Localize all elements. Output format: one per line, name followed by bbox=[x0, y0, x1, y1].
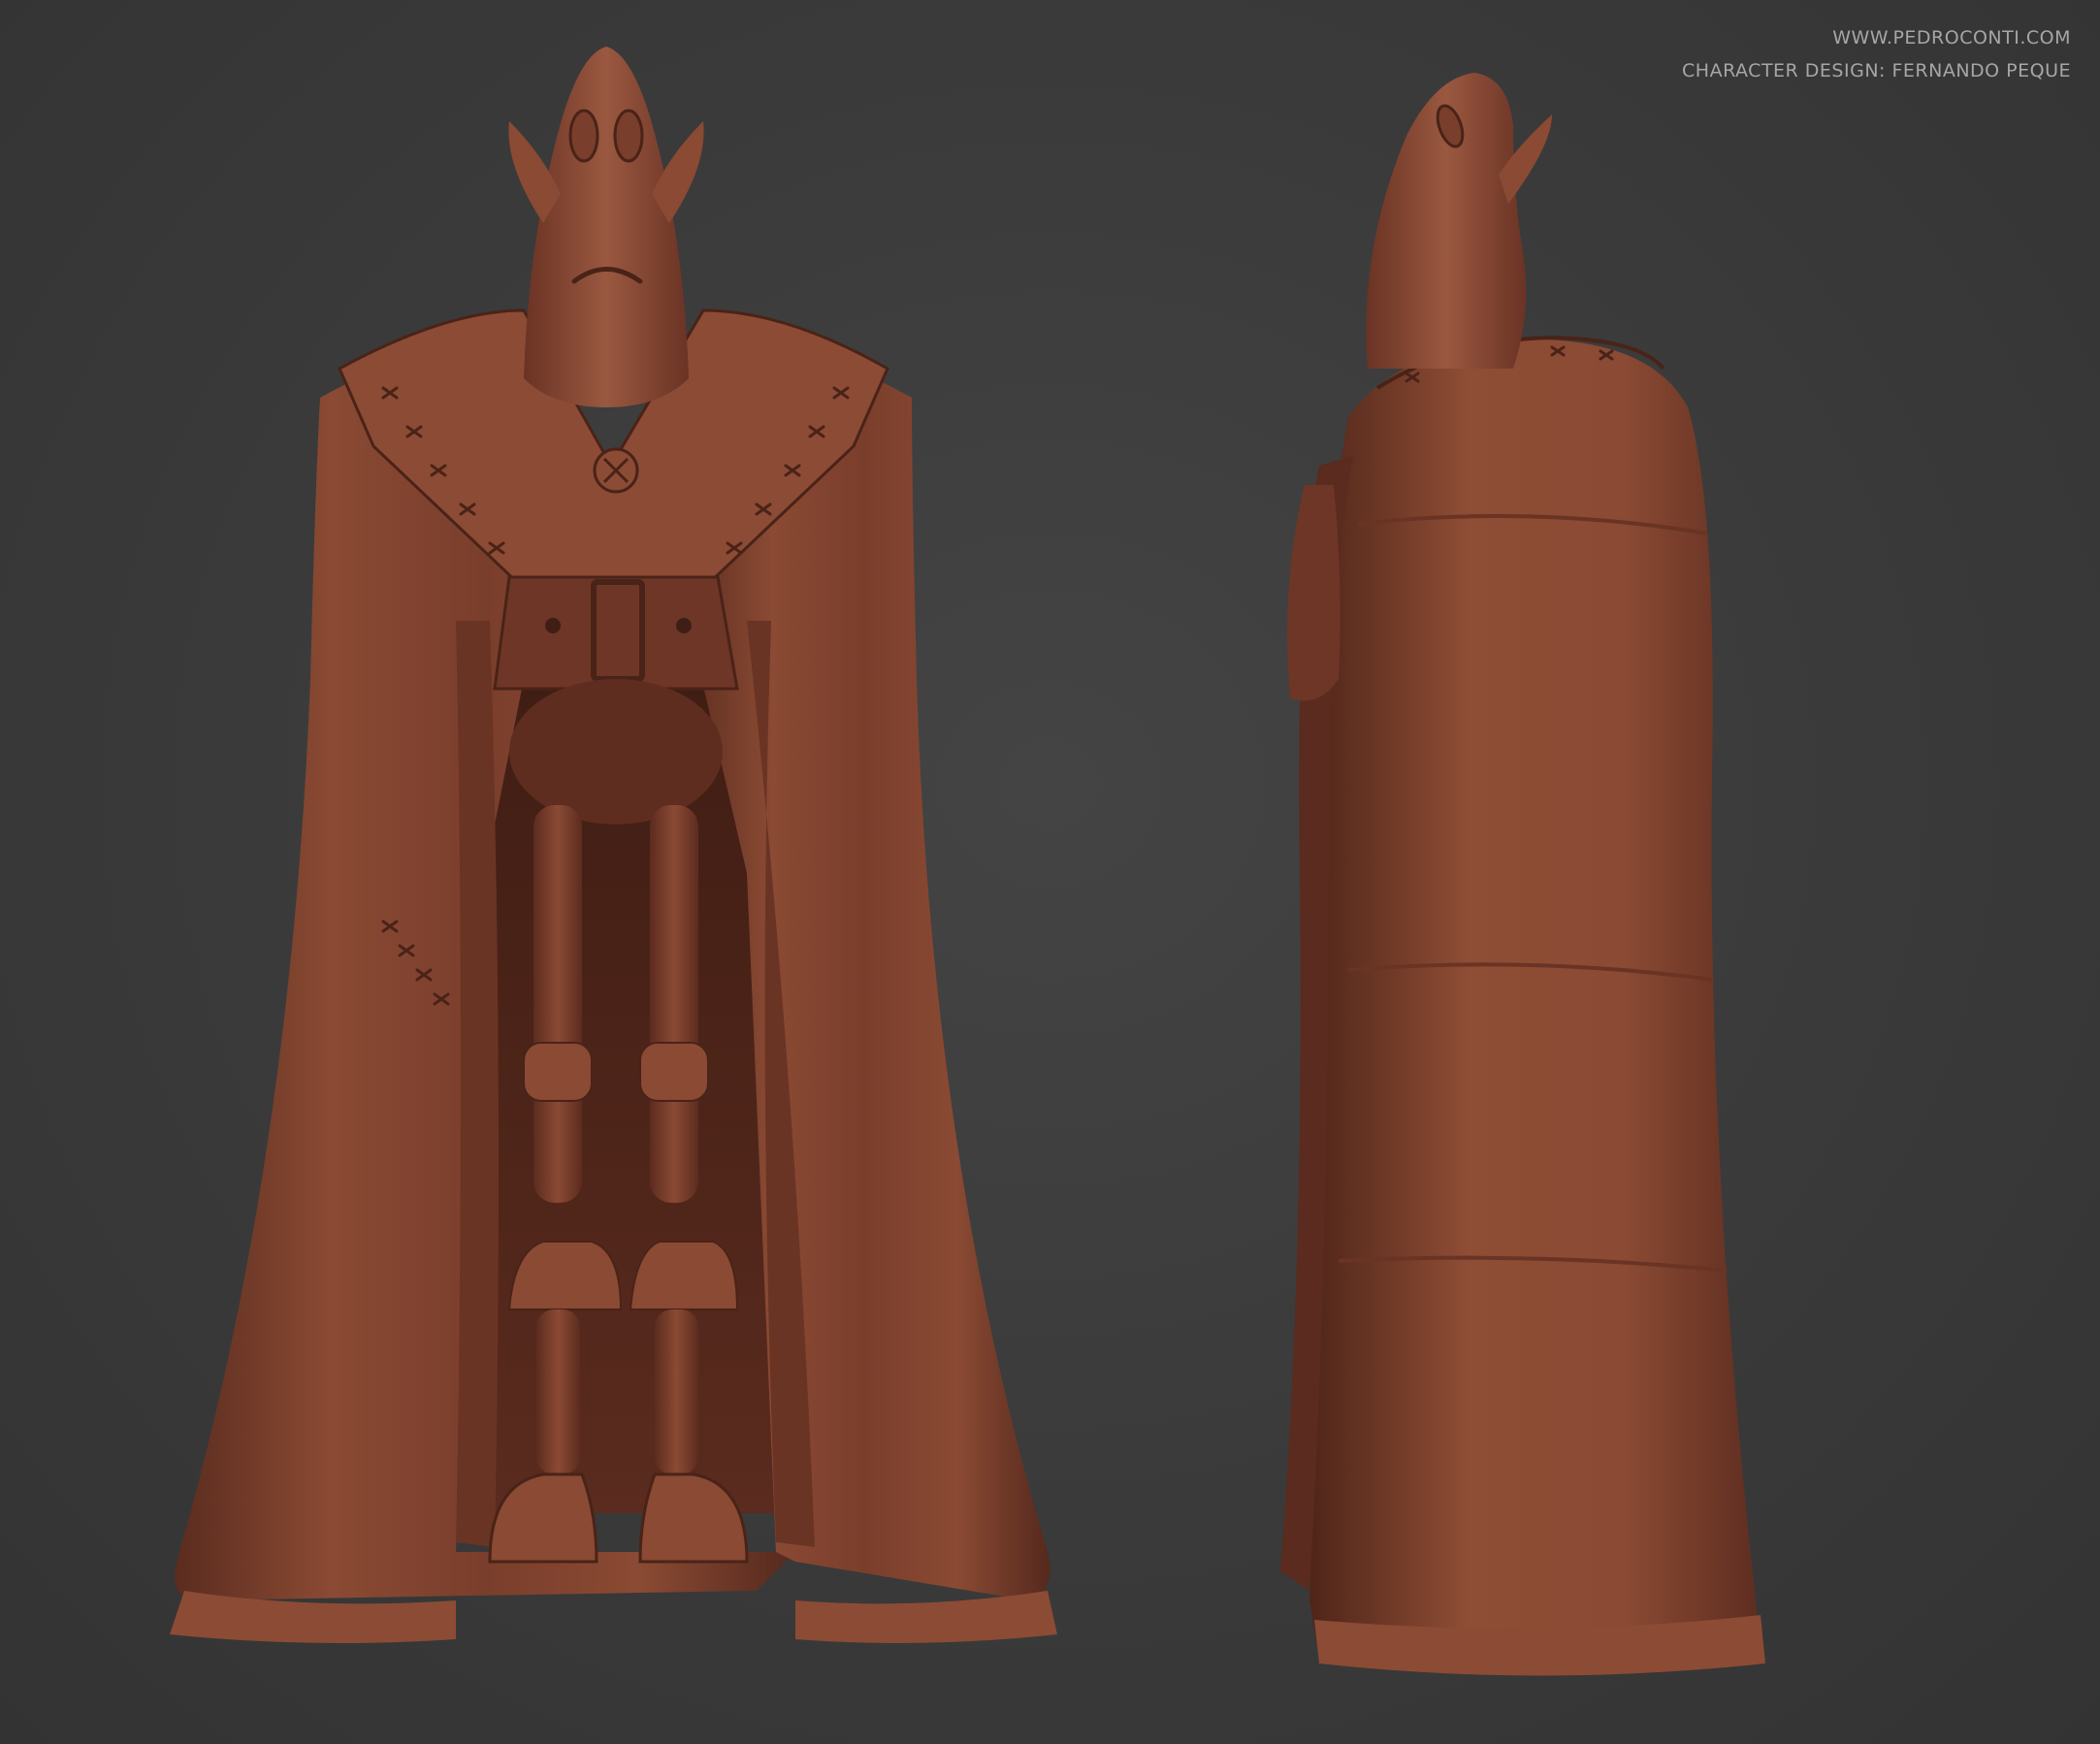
left-eye bbox=[568, 109, 599, 163]
side-arm bbox=[1287, 485, 1341, 701]
right-eye bbox=[613, 109, 644, 163]
left-shin bbox=[536, 1309, 580, 1474]
cloak-hem-left bbox=[170, 1591, 456, 1643]
cloak-left-fold bbox=[456, 621, 499, 1547]
front-head bbox=[524, 47, 689, 407]
belt-hole bbox=[676, 618, 692, 633]
right-shin bbox=[655, 1309, 698, 1474]
right-spat bbox=[629, 1241, 739, 1310]
sculpt-render bbox=[170, 47, 1765, 1676]
belt-hole bbox=[545, 618, 561, 633]
belly bbox=[509, 679, 723, 824]
credits-block: WWW.PEDROCONTI.COM CHARACTER DESIGN: FER… bbox=[1682, 21, 2071, 87]
website-credit: WWW.PEDROCONTI.COM bbox=[1832, 27, 2071, 48]
belt bbox=[493, 575, 739, 691]
side-cloak bbox=[1309, 339, 1761, 1668]
render-viewport: WWW.PEDROCONTI.COM CHARACTER DESIGN: FER… bbox=[0, 0, 2100, 1744]
left-knee-cuff bbox=[523, 1042, 593, 1102]
front-view-figure bbox=[170, 47, 1057, 1643]
left-leg bbox=[533, 805, 582, 1203]
cloak-hem-right bbox=[795, 1591, 1057, 1643]
right-leg bbox=[650, 805, 698, 1203]
side-view-figure bbox=[1280, 73, 1765, 1676]
designer-credit: CHARACTER DESIGN: FERNANDO PEQUE bbox=[1682, 60, 2071, 81]
right-knee-cuff bbox=[639, 1042, 709, 1102]
